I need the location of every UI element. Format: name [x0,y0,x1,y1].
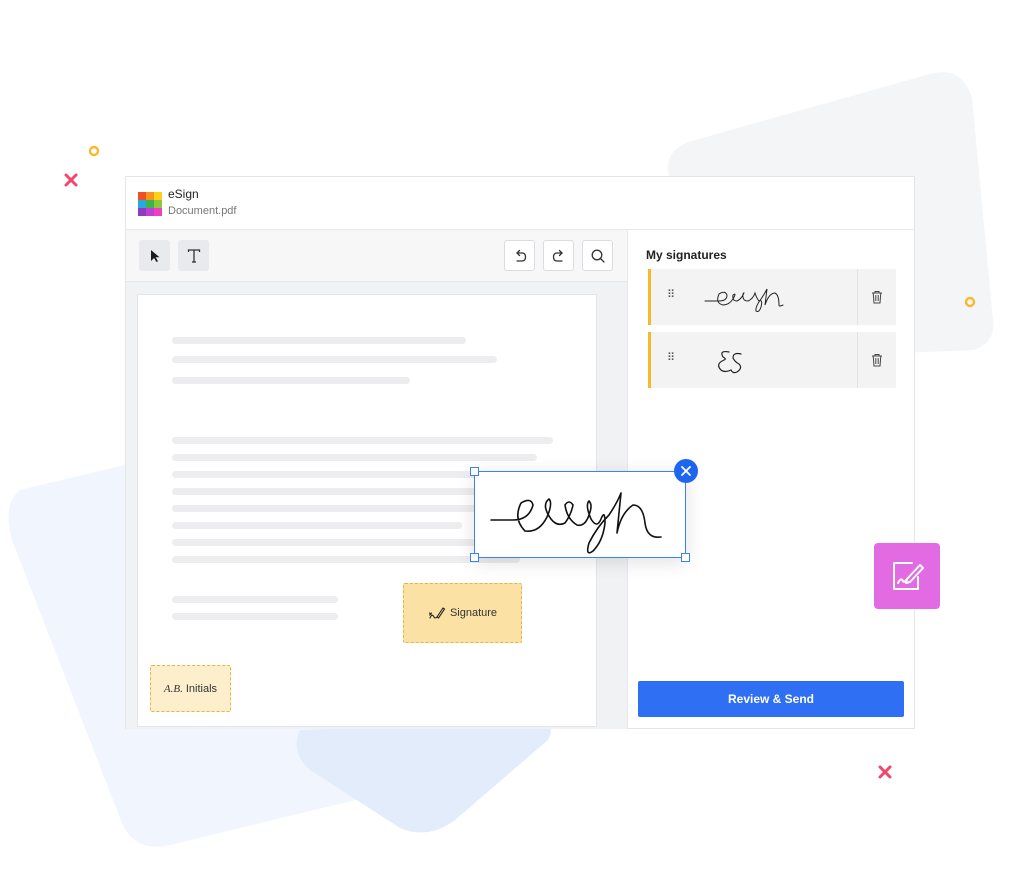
undo-icon [515,249,526,262]
title-bar: eSign Document.pdf [126,177,914,230]
initials-field[interactable]: A.B. Initials [150,665,231,712]
trash-icon [872,354,882,367]
app-name: eSign [168,187,199,201]
esign-window: eSign Document.pdf Signature A.B. Initia… [125,176,915,729]
delete-signature-button[interactable] [857,332,896,388]
trash-icon [872,291,882,304]
placeholder-text-line [172,505,477,512]
drag-handle-icon[interactable]: ⠿ [667,290,676,301]
placeholder-text-line [172,454,537,461]
text-tool-button[interactable] [178,240,209,271]
drag-handle-icon[interactable]: ⠿ [667,353,676,364]
signed-document-icon [893,562,924,590]
placeholder-text-line [172,539,512,546]
toolbar [126,230,628,282]
signature-field-label: Signature [449,607,498,619]
sign-document-badge [874,543,940,609]
search-icon [591,249,605,263]
select-tool-button[interactable] [139,240,170,271]
undo-button[interactable] [504,240,535,271]
placeholder-text-line [172,377,410,384]
sparkle-ring-icon [88,145,100,157]
redo-icon [552,249,563,262]
panel-title: My signatures [646,248,727,262]
handwritten-signature-large [490,492,662,554]
pen-icon [428,607,446,619]
resize-handle[interactable] [681,553,690,562]
signature-field[interactable]: Signature [403,583,522,643]
placeholder-text-line [172,522,462,529]
placeholder-text-line [172,437,553,444]
resize-handle[interactable] [470,467,479,476]
sparkle-cross-icon [64,173,78,187]
initials-field-label: Initials [185,682,218,695]
search-button[interactable] [582,240,613,271]
text-t-icon [187,248,200,263]
placeholder-text-line [172,356,497,363]
resize-handle[interactable] [470,553,479,562]
initials-prefix: A.B. [163,682,183,695]
file-name: Document.pdf [168,205,237,217]
sparkle-ring-icon [964,296,976,308]
redo-button[interactable] [543,240,574,271]
review-send-button[interactable]: Review & Send [638,681,904,717]
remove-signature-button[interactable] [674,459,698,483]
close-icon [681,466,691,476]
delete-signature-button[interactable] [857,269,896,325]
placeholder-text-line [172,613,338,620]
sparkle-cross-icon [878,765,892,779]
handwritten-initials [718,350,742,374]
placeholder-text-line [172,337,466,344]
placeholder-text-line [172,596,338,603]
handwritten-signature [704,288,784,312]
placeholder-text-line [172,556,520,563]
signature-card[interactable]: ⠿ [648,332,896,388]
cursor-arrow-icon [150,249,159,262]
signature-drag-preview[interactable] [470,467,690,562]
app-logo [138,192,162,216]
signature-card[interactable]: ⠿ [648,269,896,325]
